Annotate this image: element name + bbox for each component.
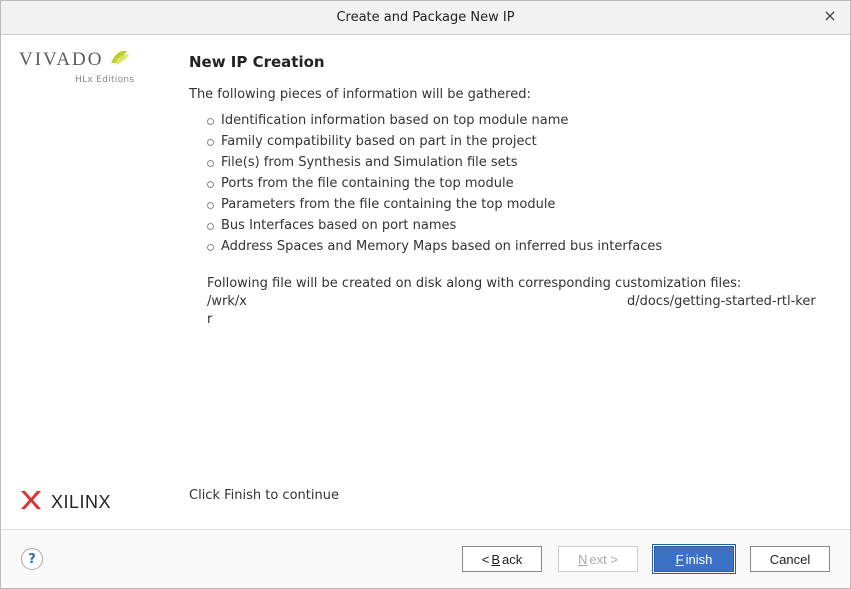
footer: ? < Back Next > Finish Cancel <box>1 530 850 588</box>
close-icon[interactable]: × <box>820 7 840 27</box>
continue-text: Click Finish to continue <box>189 488 820 503</box>
dialog-title: Create and Package New IP <box>336 10 514 25</box>
vivado-leaf-icon <box>107 45 131 73</box>
next-button: Next > <box>558 546 638 572</box>
next-button-rest: ext > <box>589 552 618 567</box>
page-heading: New IP Creation <box>189 53 820 71</box>
next-button-mnemonic: N <box>578 552 587 567</box>
content-area: New IP Creation The following pieces of … <box>171 35 850 529</box>
vivado-logo: VIVADO HLx Editions <box>19 49 161 85</box>
xilinx-logo-text: XILINX <box>51 492 111 513</box>
back-button-rest: ack <box>502 552 522 567</box>
vivado-subtitle: HLx Editions <box>75 75 161 85</box>
xilinx-x-icon <box>19 489 45 515</box>
titlebar: Create and Package New IP × <box>1 1 850 35</box>
file-path-prefix: /wrk/x <box>207 294 247 309</box>
back-button[interactable]: < Back <box>462 546 542 572</box>
help-button[interactable]: ? <box>21 548 43 570</box>
cancel-button[interactable]: Cancel <box>750 546 830 572</box>
vivado-logo-text: VIVADO <box>19 49 103 71</box>
list-item: Ports from the file containing the top m… <box>207 173 820 194</box>
info-list: Identification information based on top … <box>189 110 820 257</box>
list-item: Bus Interfaces based on port names <box>207 215 820 236</box>
finish-button-rest: inish <box>686 552 713 567</box>
back-button-prefix: < <box>482 552 490 567</box>
list-item: File(s) from Synthesis and Simulation fi… <box>207 152 820 173</box>
file-note-intro: Following file will be created on disk a… <box>207 276 741 291</box>
list-item: Parameters from the file containing the … <box>207 194 820 215</box>
finish-button[interactable]: Finish <box>654 546 734 572</box>
list-item: Address Spaces and Memory Maps based on … <box>207 236 820 257</box>
list-item: Identification information based on top … <box>207 110 820 131</box>
intro-text: The following pieces of information will… <box>189 87 820 102</box>
dialog-body: VIVADO HLx Editions XILINX <box>1 35 850 530</box>
file-path-suffix: d/docs/getting-started-rtl-kerr <box>207 294 816 327</box>
dialog-window: Create and Package New IP × VIVADO HLx E… <box>0 0 851 589</box>
file-note: Following file will be created on disk a… <box>207 275 820 330</box>
xilinx-logo: XILINX <box>19 489 161 515</box>
sidebar: VIVADO HLx Editions XILINX <box>1 35 171 529</box>
list-item: Family compatibility based on part in th… <box>207 131 820 152</box>
finish-button-mnemonic: F <box>676 552 684 567</box>
back-button-mnemonic: B <box>491 552 500 567</box>
